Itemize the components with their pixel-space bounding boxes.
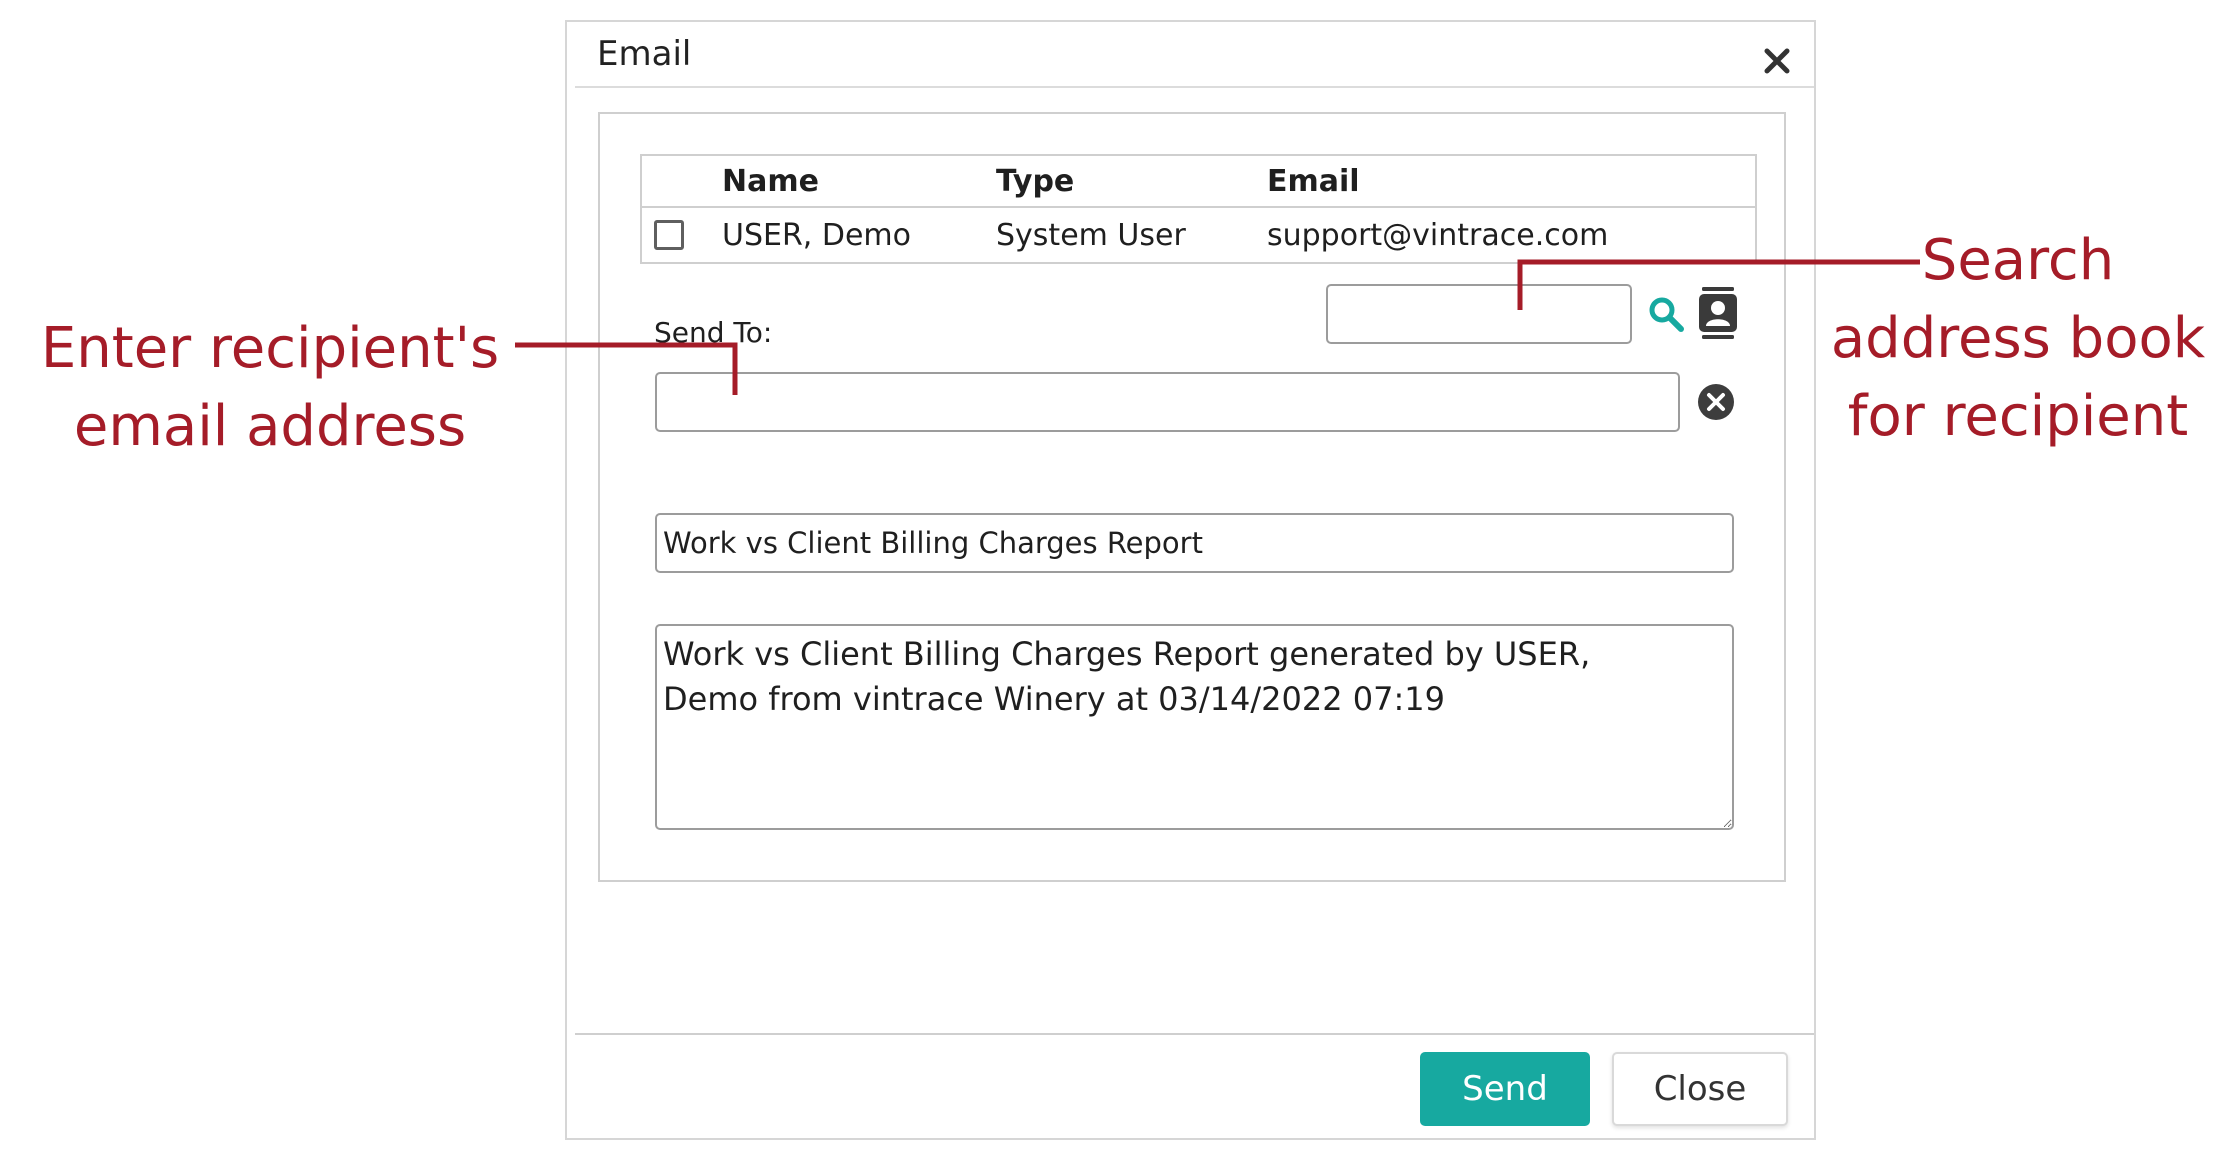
recipient-email-input[interactable] [655,372,1680,432]
close-icon[interactable] [1760,44,1794,78]
subject-input[interactable] [655,513,1734,573]
annotation-enter-recipient: Enter recipient's email address [20,310,520,466]
footer-divider [575,1033,1814,1035]
row-type: System User [996,218,1186,253]
row-email: support@vintrace.com [1267,218,1609,253]
close-button[interactable]: Close [1612,1052,1788,1126]
clear-icon[interactable] [1696,382,1736,422]
email-dialog: Email Name Type Email USER, Demo System … [565,20,1816,1140]
send-to-label: Send To: [654,316,773,349]
header-divider [575,86,1814,88]
column-header-name[interactable]: Name [722,164,819,199]
annotation-left-line-1: Enter recipient's [40,316,500,381]
annotation-left-line-2: email address [73,394,467,459]
column-header-type[interactable]: Type [996,164,1074,199]
address-book-icon[interactable] [1696,286,1740,340]
send-button[interactable]: Send [1420,1052,1590,1126]
dialog-title: Email [597,34,692,74]
message-textarea[interactable]: Work vs Client Billing Charges Report ge… [655,624,1734,830]
row-name: USER, Demo [722,218,912,253]
annotation-right-line-1: Search [1921,228,2115,293]
annotation-search-address-book: Search address book for recipient [1818,222,2218,456]
dialog-header: Email [567,22,1814,87]
row-checkbox[interactable] [654,220,684,250]
annotation-right-line-3: for recipient [1847,384,2189,449]
dialog-body: Name Type Email USER, Demo System User s… [598,112,1786,882]
address-search-input[interactable] [1326,284,1632,344]
search-icon[interactable] [1646,294,1686,334]
column-header-email[interactable]: Email [1267,164,1360,199]
recipients-table: Name Type Email USER, Demo System User s… [640,154,1757,264]
table-header: Name Type Email [642,156,1755,208]
annotation-right-line-2: address book [1830,306,2206,371]
